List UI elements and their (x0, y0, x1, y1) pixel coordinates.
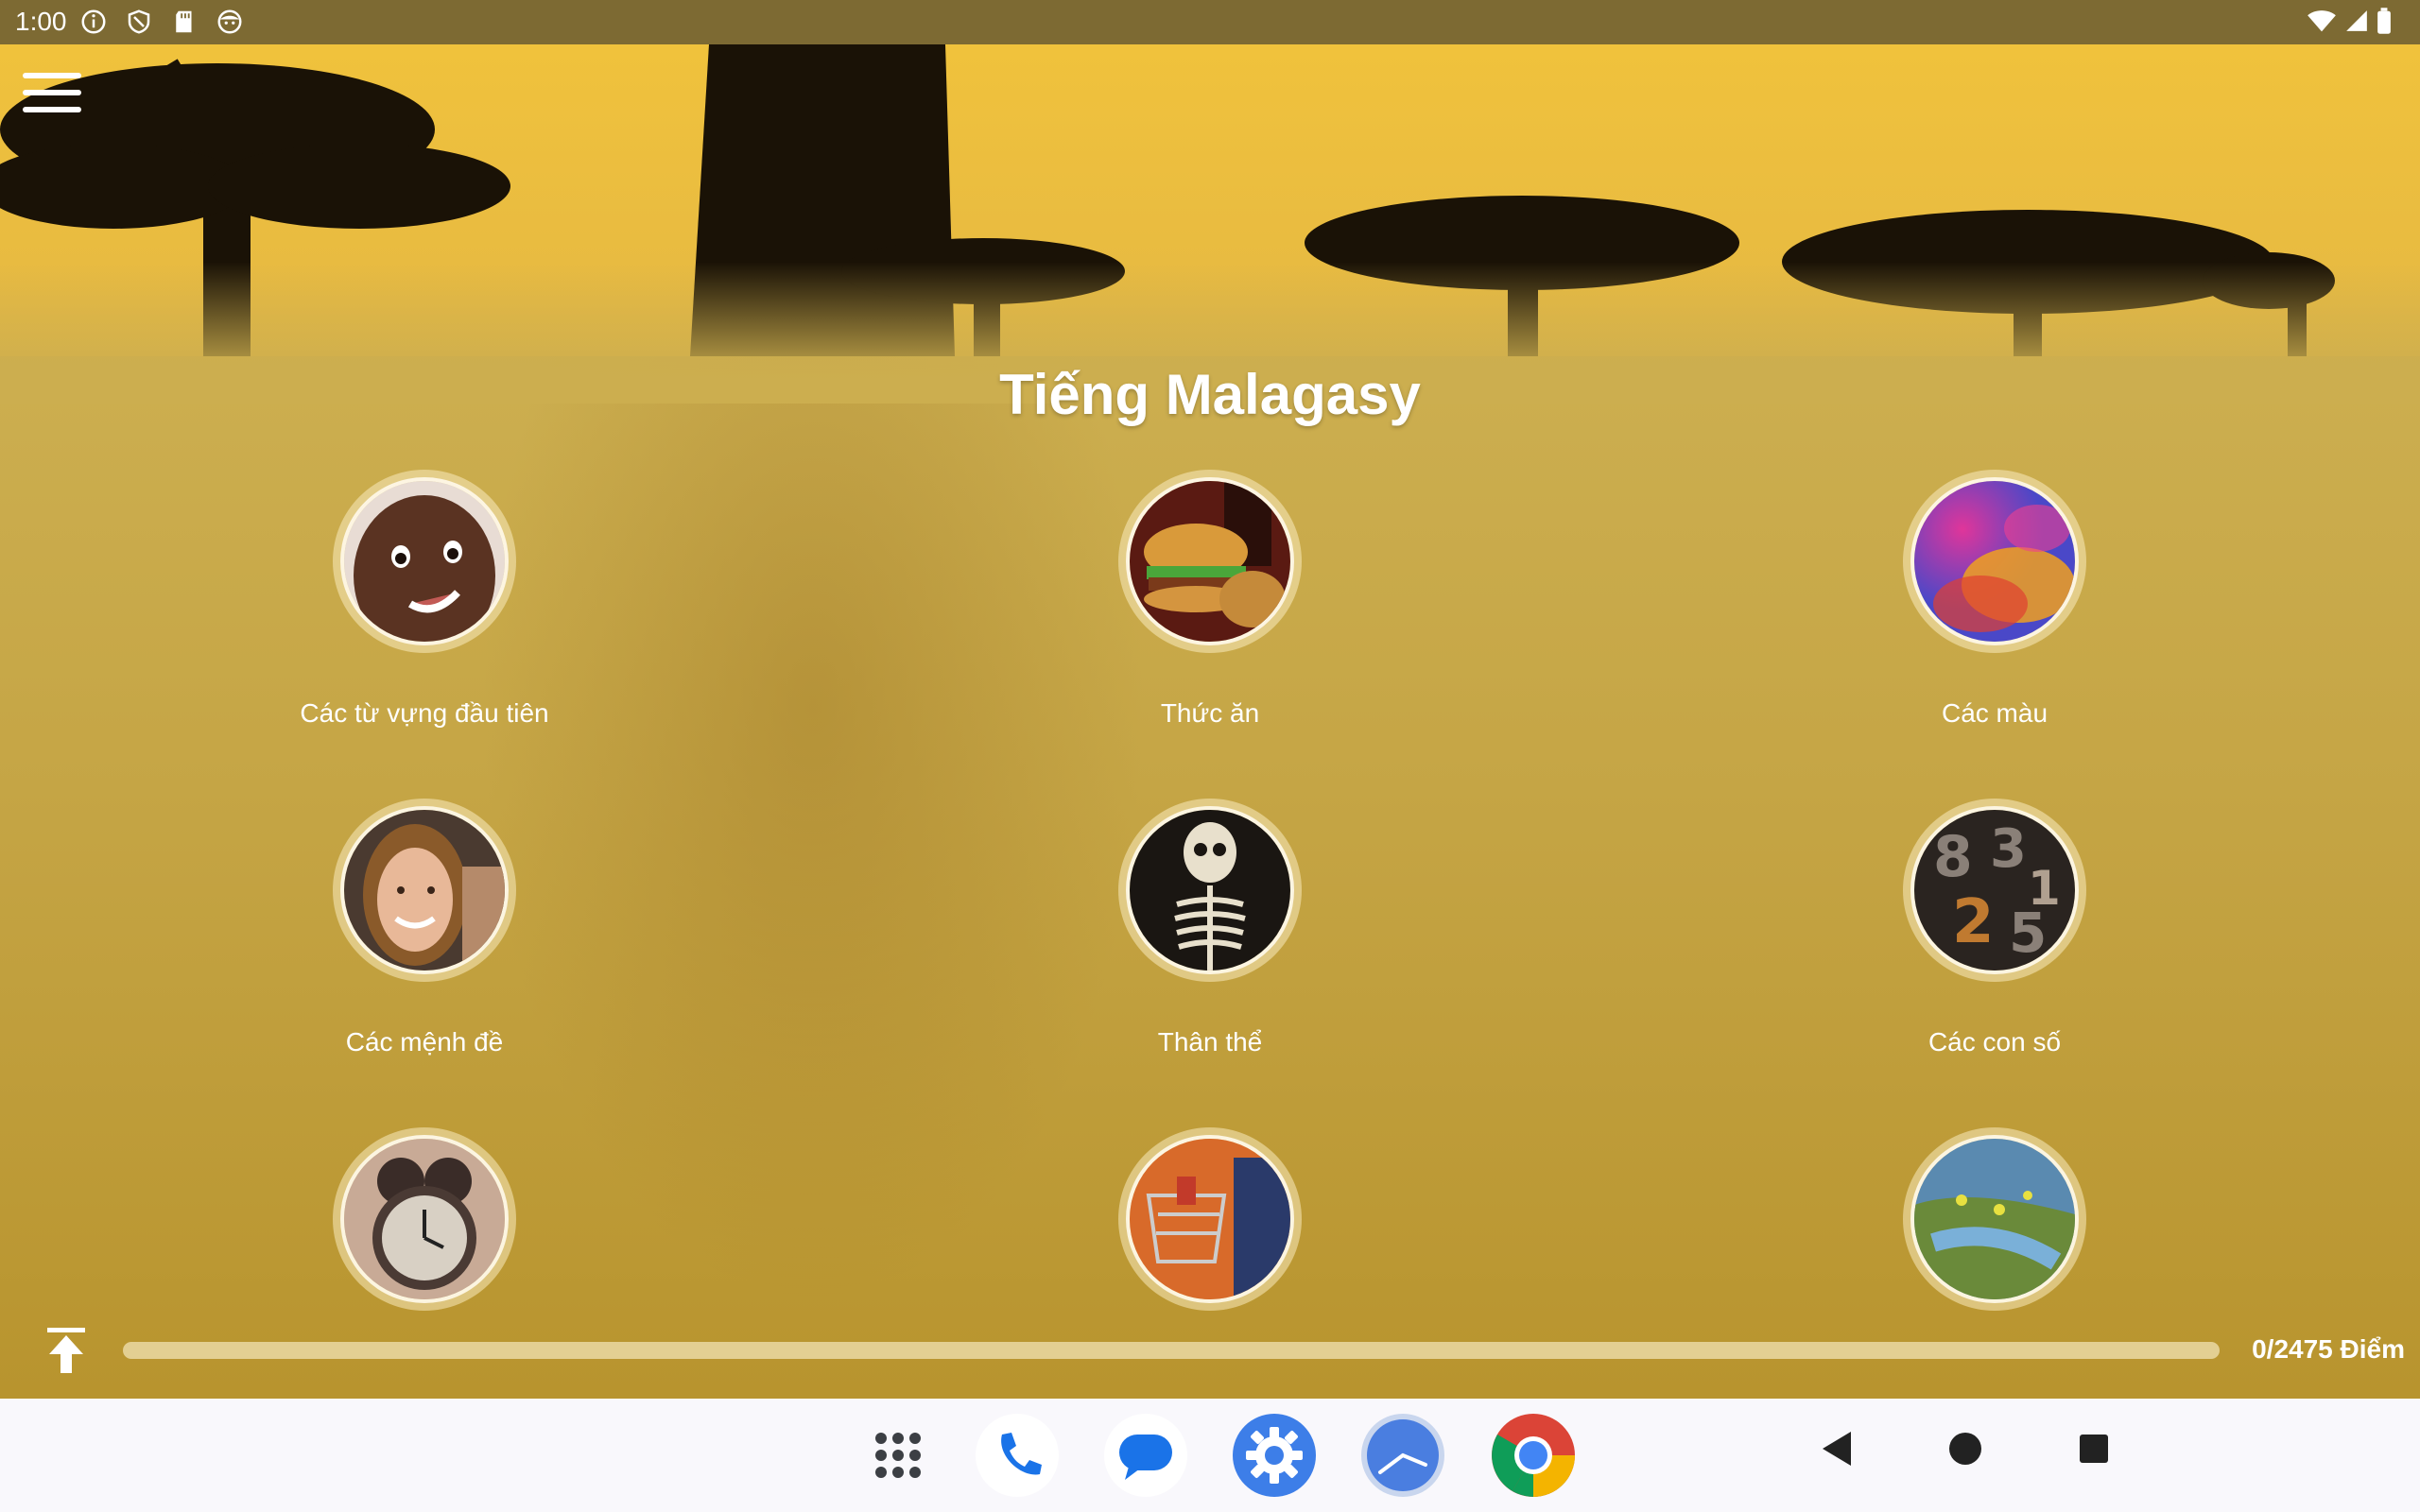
skeleton-image (1130, 810, 1290, 971)
signal-icon (2346, 10, 2367, 31)
info-icon (81, 9, 106, 34)
clock-app[interactable] (1359, 1412, 1446, 1499)
metal-numbers-image: 83251 (1914, 810, 2075, 971)
category-food[interactable]: Thức ăn (926, 470, 1494, 729)
chrome-app[interactable] (1490, 1412, 1577, 1499)
category-body[interactable]: Thân thể (926, 799, 1494, 1057)
messages-icon (1104, 1414, 1187, 1497)
smiling-woman-image (344, 810, 505, 971)
svg-text:8: 8 (1933, 824, 1973, 890)
clock-icon (1361, 1414, 1444, 1497)
system-nav-bar (0, 1399, 2420, 1512)
menu-button[interactable] (23, 73, 81, 120)
svg-text:1: 1 (2028, 861, 2061, 916)
svg-text:3: 3 (1990, 818, 2027, 880)
arrow-up-to-top-icon (47, 1328, 85, 1373)
alarm-clock-image (344, 1139, 505, 1299)
category-shopping[interactable] (926, 1127, 1494, 1356)
status-right-icons (2307, 8, 2392, 34)
app-drawer-icon (875, 1433, 921, 1478)
messages-app[interactable] (1102, 1412, 1189, 1499)
settings-icon (1233, 1414, 1316, 1497)
category-nature[interactable] (1711, 1127, 2278, 1356)
face-icon (217, 9, 242, 34)
category-colors[interactable]: Các màu (1711, 470, 2278, 729)
category-first-words[interactable]: Các từ vựng đầu tiên (141, 470, 708, 729)
app-drawer-button[interactable] (855, 1412, 942, 1499)
hamburger-menu-icon (23, 73, 81, 78)
river-landscape-image (1914, 1139, 2075, 1299)
category-time[interactable] (141, 1127, 708, 1356)
points-text: 0/2475 Điểm (2252, 1334, 2405, 1364)
category-numbers[interactable]: 83251 Các con số (1711, 799, 2278, 1057)
status-left-icons (79, 8, 244, 36)
category-label: Các màu (1941, 698, 2048, 728)
recents-icon[interactable] (2078, 1429, 2110, 1469)
status-time: 1:00 (15, 7, 67, 36)
category-label: Các mệnh đề (345, 1027, 504, 1057)
child-face-image (344, 481, 505, 642)
shopping-cart-image (1130, 1139, 1290, 1299)
scroll-top-button[interactable] (43, 1326, 89, 1375)
svg-text:2: 2 (1952, 887, 1995, 957)
chrome-icon (1492, 1414, 1575, 1497)
sd-card-icon (176, 10, 192, 33)
settings-app[interactable] (1231, 1412, 1318, 1499)
phone-app[interactable] (974, 1412, 1061, 1499)
category-label: Các con số (1927, 1027, 2062, 1057)
color-smoke-image (1914, 481, 2075, 642)
category-phrases[interactable]: Các mệnh đề (141, 799, 708, 1057)
back-icon[interactable] (1819, 1429, 1855, 1469)
home-icon[interactable] (1947, 1429, 1983, 1469)
category-label: Các từ vựng đầu tiên (300, 698, 549, 728)
battery-icon (2377, 8, 2391, 34)
wifi-icon (2308, 10, 2336, 32)
burger-meal-image (1130, 481, 1290, 642)
category-label: Thức ăn (1160, 698, 1260, 728)
status-bar: 1:00 (0, 0, 2420, 44)
points-progress-bar (123, 1342, 2220, 1359)
shield-icon (128, 9, 150, 34)
phone-icon (976, 1414, 1059, 1497)
category-label: Thân thể (1157, 1027, 1263, 1057)
app-screen: Tiếng Malagasy Các từ vựng đầu tiên Thức… (0, 44, 2420, 1399)
page-title: Tiếng Malagasy (999, 363, 1421, 426)
